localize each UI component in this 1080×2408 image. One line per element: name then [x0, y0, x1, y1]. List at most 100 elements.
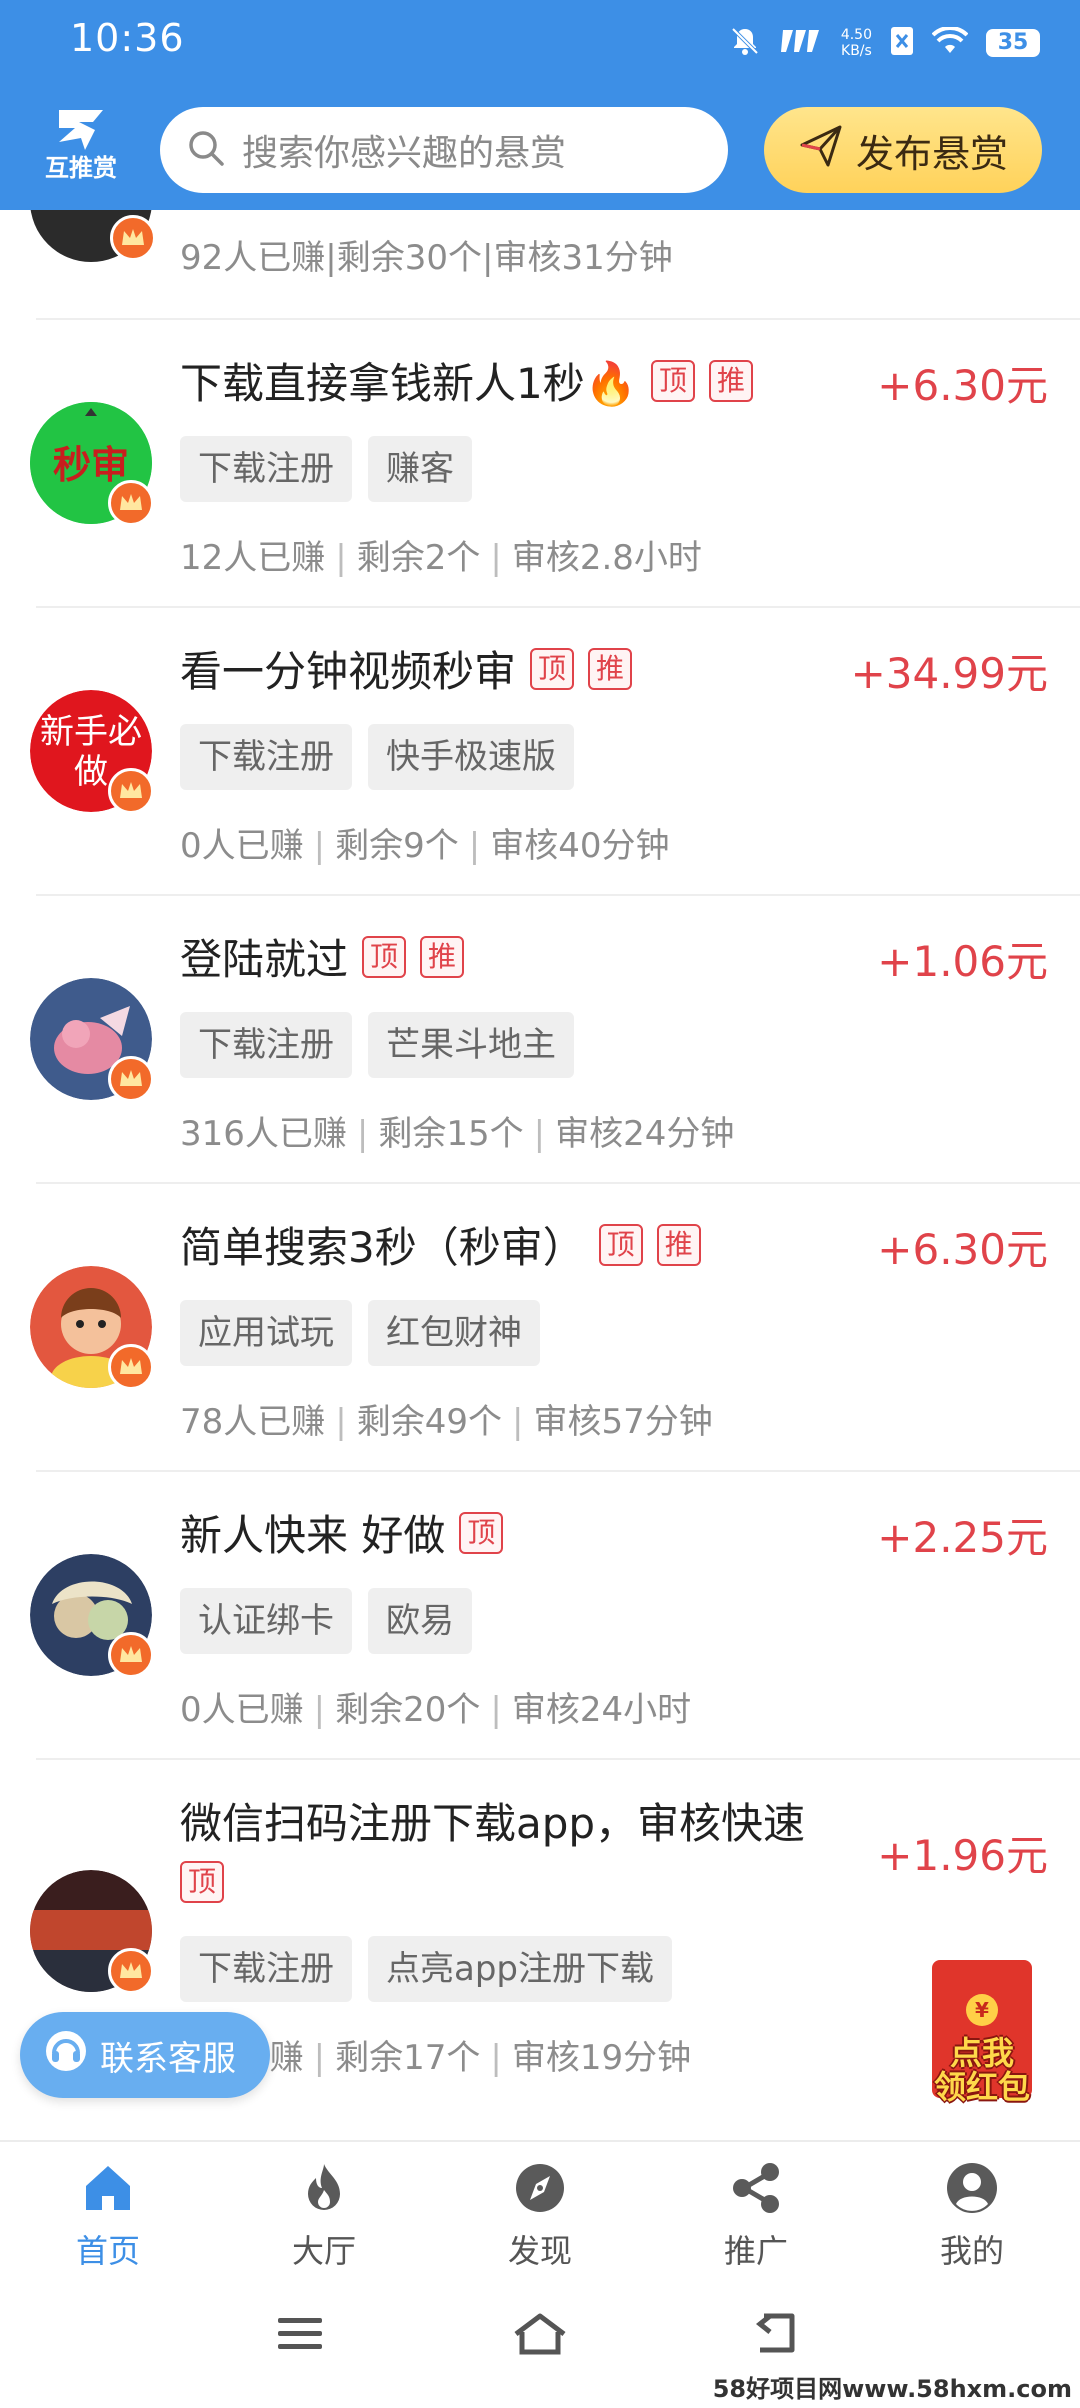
net-speed: 4.50 KB/s — [841, 27, 872, 59]
red-packet-label: 点我 领红包 — [918, 2036, 1046, 2104]
meta-separator: | — [468, 826, 481, 866]
earned-count: 316人已赚 — [180, 1114, 347, 1154]
meta-separator: | — [335, 538, 347, 578]
list-item[interactable]: 简单搜索3秒（秒审） 顶 推 +6.30元 应用试玩 红包财神 78人已赚 | 剩余… — [0, 1182, 1080, 1470]
home-nav-icon[interactable] — [510, 2310, 570, 2362]
task-meta: 316人已赚 | 剩余15个 | 审核24分钟 — [180, 1106, 734, 1155]
remaining-count: 剩余2个 — [356, 538, 481, 578]
tab-home[interactable]: 首页 — [0, 2142, 216, 2282]
publish-bounty-button[interactable]: 发布悬赏 — [764, 107, 1042, 193]
tab-hall[interactable]: 大厅 — [216, 2142, 432, 2282]
battery-indicator: 35 — [986, 29, 1040, 57]
earned-count: 0人已赚 — [180, 826, 304, 866]
recommend-badge: 推 — [709, 359, 754, 402]
task-title: 简单搜索3秒（秒审） — [180, 1223, 585, 1272]
meta-separator: | — [335, 1402, 347, 1442]
share-icon — [728, 2160, 784, 2220]
task-meta: 12人已赚 | 剩余2个 | 审核2.8小时 — [180, 530, 702, 579]
back-icon[interactable] — [754, 2310, 804, 2362]
task-tags: 认证绑卡 欧易 — [180, 1588, 472, 1654]
divider — [36, 1182, 1080, 1184]
task-price: +6.30元 — [877, 1225, 1048, 1274]
earned-count: 92人已赚 — [180, 238, 326, 278]
user-icon — [944, 2160, 1000, 2220]
task-tag: 点亮app注册下载 — [368, 1936, 672, 2002]
menu-icon[interactable] — [276, 2310, 324, 2362]
review-time: 审核40分钟 — [490, 826, 670, 866]
task-tag: 下载注册 — [180, 724, 352, 790]
bottom-tab-bar: 首页 大厅 发现 推广 我的 — [0, 2140, 1080, 2282]
search-placeholder: 搜索你感兴趣的悬赏 — [242, 133, 567, 174]
task-tags: 应用试玩 红包财神 — [180, 1300, 540, 1366]
tab-label: 我的 — [939, 2232, 1004, 2270]
divider — [36, 894, 1080, 896]
avatar-text: 秒审 — [53, 443, 129, 487]
home-icon — [80, 2160, 136, 2220]
task-meta: 0人已赚 | 剩余20个 | 审核24小时 — [180, 1682, 691, 1731]
task-tag: 下载注册 — [180, 1936, 352, 2002]
list-item[interactable]: 秒审 下载直接拿钱新人1秒🔥 顶 推 +6.30元 下载注册 赚客 12人已赚 |… — [0, 318, 1080, 606]
task-meta: 92人已赚|剩余30个|审核31分钟 — [180, 230, 673, 279]
task-title-line: 微信扫码注册下载app，审核快速 顶 — [180, 1790, 860, 1903]
remaining-count: 剩余9个 — [335, 826, 459, 866]
contact-service-button[interactable]: 联系客服 — [20, 2012, 270, 2098]
compass-icon — [512, 2160, 568, 2220]
task-tag: 欧易 — [368, 1588, 472, 1654]
net-speed-value: 4.50 — [840, 27, 872, 43]
meta-separator: | — [356, 1114, 369, 1154]
task-tags: 下载注册 赚客 — [180, 436, 472, 502]
recommend-badge: 推 — [656, 1223, 701, 1266]
review-time: 审核2.8小时 — [511, 538, 702, 578]
tab-label: 大厅 — [291, 2232, 356, 2270]
tab-label: 发现 — [507, 2232, 572, 2270]
tab-promote[interactable]: 推广 — [648, 2142, 864, 2282]
crown-icon — [108, 1344, 154, 1390]
logo-mark-icon — [59, 110, 103, 150]
meta-separator: | — [313, 1690, 326, 1730]
tab-discover[interactable]: 发现 — [432, 2142, 648, 2282]
mute-icon — [729, 25, 761, 61]
task-tags: 下载注册 芒果斗地主 — [180, 1012, 574, 1078]
meta-separator: | — [313, 826, 326, 866]
red-packet-line1: 点我 — [949, 2034, 1014, 2072]
status-time: 10:36 — [70, 16, 185, 60]
list-item[interactable]: 新手必做 看一分钟视频秒审 顶 推 +34.99元 下载注册 快手极速版 0人已… — [0, 606, 1080, 894]
review-time: 审核19分钟 — [511, 2038, 692, 2078]
meta-separator: | — [490, 1690, 502, 1730]
search-input[interactable]: 搜索你感兴趣的悬赏 — [160, 107, 728, 193]
earned-count: 0人已赚 — [180, 1690, 304, 1730]
red-packet-line2: 领红包 — [933, 2068, 1030, 2106]
review-time: 审核57分钟 — [533, 1402, 713, 1442]
remaining-count: 剩余20个 — [335, 1690, 481, 1730]
task-list[interactable]: 92人已赚|剩余30个|审核31分钟 秒审 下载直接拿钱新人1秒🔥 顶 推 +6… — [0, 210, 1080, 2140]
task-price: +1.06元 — [877, 937, 1048, 986]
list-item[interactable]: 新人快来 好做 顶 +2.25元 认证绑卡 欧易 0人已赚 | 剩余20个 | 审核24… — [0, 1470, 1080, 1758]
watermark: 58好项目网www.58hxm.com — [712, 2375, 1072, 2403]
task-title-line: 看一分钟视频秒审 顶 推 — [180, 638, 633, 699]
meta-separator: | — [512, 1402, 524, 1442]
crown-icon — [108, 480, 154, 526]
meta-separator: | — [490, 538, 502, 578]
task-price: +34.99元 — [850, 649, 1048, 698]
meta-separator: | — [313, 2038, 326, 2078]
divider — [36, 1758, 1080, 1760]
task-tag: 芒果斗地主 — [368, 1012, 574, 1078]
task-price: +1.96元 — [877, 1831, 1048, 1880]
task-title: 看一分钟视频秒审 — [180, 647, 517, 696]
paper-plane-icon — [798, 123, 844, 178]
task-title-line: 新人快来 好做 顶 — [180, 1502, 504, 1563]
task-tag: 应用试玩 — [180, 1300, 352, 1366]
status-bar: 10:36 4.50 KB/s 35 — [0, 0, 1080, 84]
top-badge: 顶 — [530, 647, 575, 690]
app-logo: 互推赏 — [36, 104, 126, 194]
divider — [36, 606, 1080, 608]
crown-icon — [108, 1948, 154, 1994]
red-packet-button[interactable]: ¥ 点我 领红包 — [918, 1960, 1046, 2108]
review-time: 审核24小时 — [511, 1690, 692, 1730]
list-item[interactable]: 登陆就过 顶 推 +1.06元 下载注册 芒果斗地主 316人已赚 | 剩余15个 |… — [0, 894, 1080, 1182]
task-price: +2.25元 — [877, 1513, 1048, 1562]
tab-mine[interactable]: 我的 — [864, 2142, 1080, 2282]
meta-separator: | — [490, 2038, 502, 2078]
meta-separator: | — [482, 238, 494, 278]
review-time: 审核31分钟 — [493, 238, 673, 278]
